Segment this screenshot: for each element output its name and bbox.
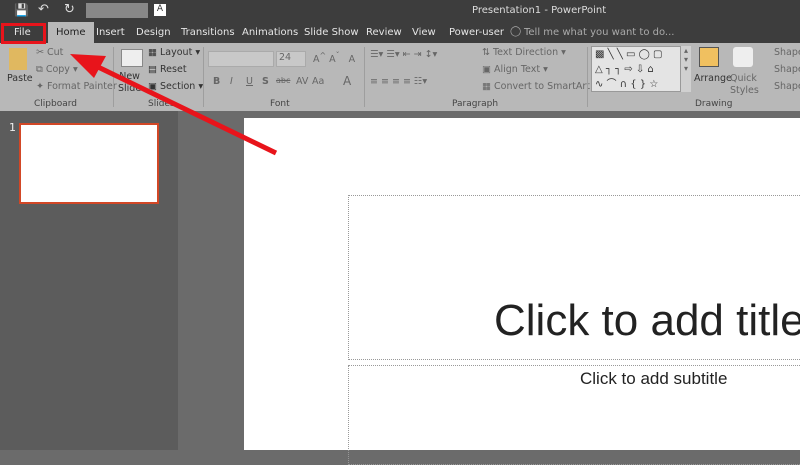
annotation-arrow [70,54,278,156]
